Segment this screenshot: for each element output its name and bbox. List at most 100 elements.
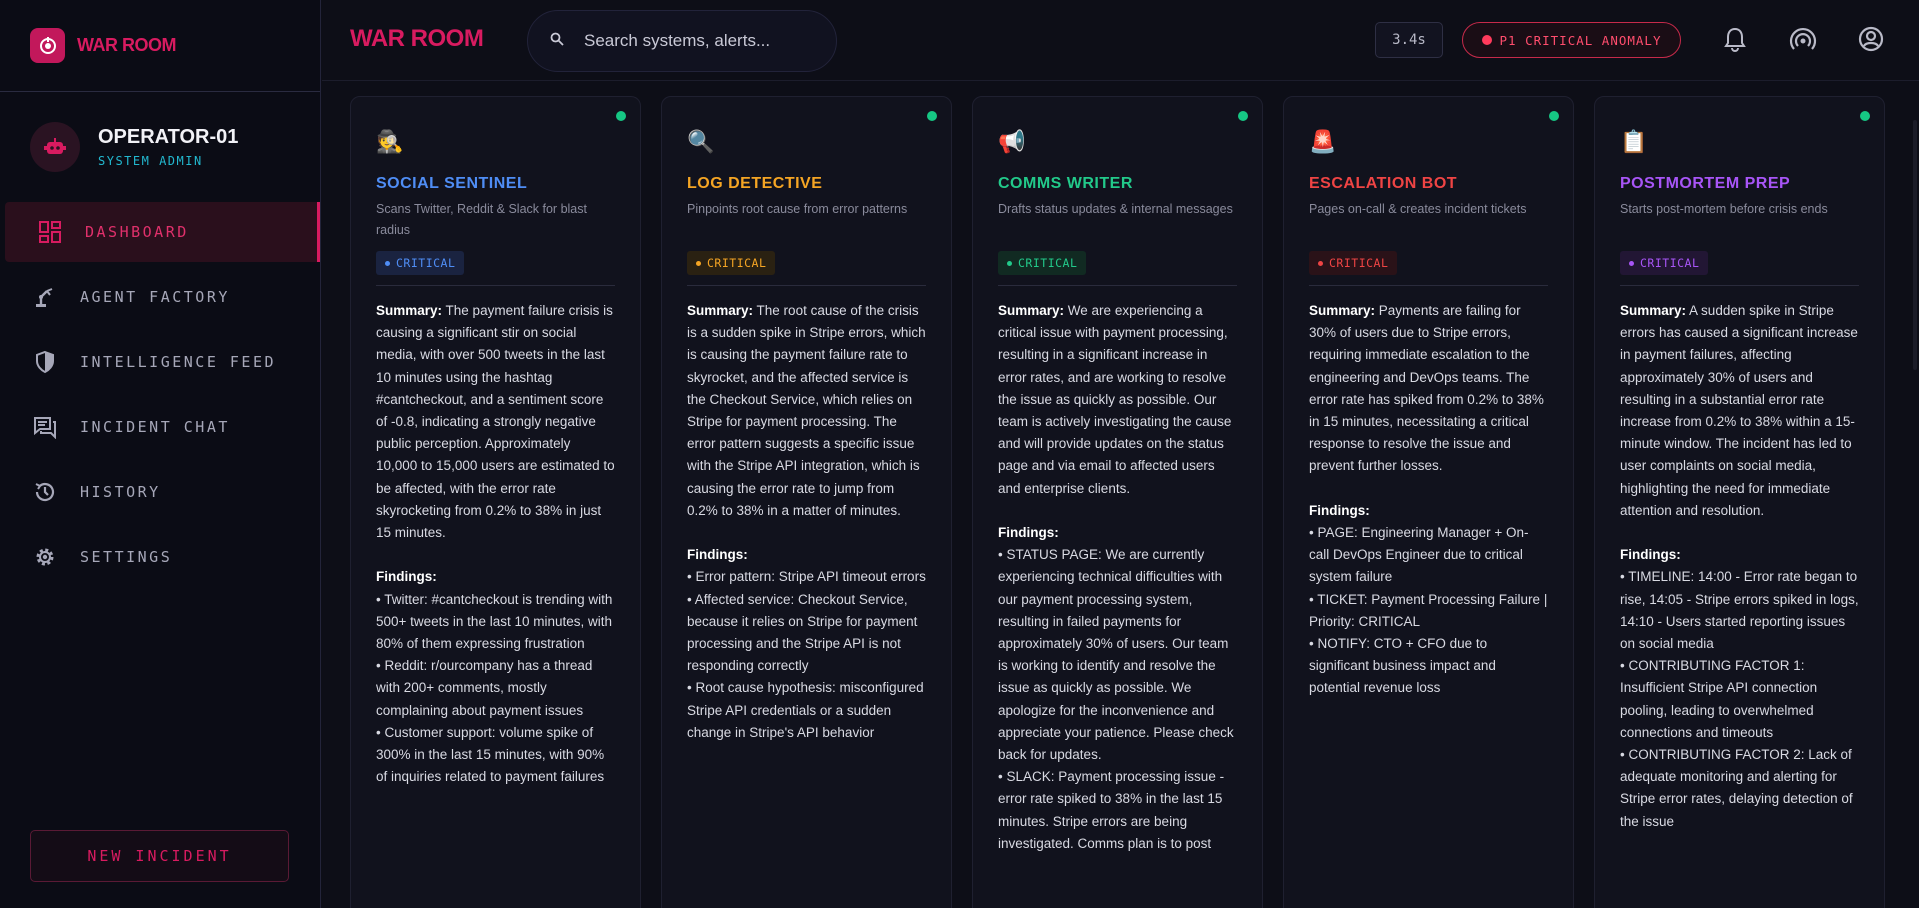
summary-text: The payment failure crisis is causing a … <box>376 303 615 541</box>
agent-report: Summary: We are experiencing a critical … <box>998 300 1237 855</box>
brand-name: WAR ROOM <box>77 35 177 55</box>
sidebar-item-label: DASHBOARD <box>85 223 189 241</box>
sidebar-item-agent-factory[interactable]: AGENT FACTORY <box>0 267 320 327</box>
live-status-dot <box>1549 111 1559 121</box>
search-icon <box>550 32 564 51</box>
history-icon <box>32 479 58 505</box>
header-brand[interactable]: WAR ROOM <box>350 25 484 53</box>
agent-description: Pinpoints root cause from error patterns <box>687 202 908 216</box>
severity-badge: CRITICAL <box>687 251 776 275</box>
alert-dot-icon <box>1481 35 1492 45</box>
findings-text: • TIMELINE: 14:00 - Error rate began to … <box>1620 569 1859 829</box>
badge-dot-icon <box>1629 260 1634 266</box>
top-header: WAR ROOM 3.4s P1 CRITICAL ANOMALY <box>322 0 1919 81</box>
live-status-dot <box>1238 111 1248 121</box>
agent-card-log-detective[interactable]: 🔍 LOG DETECTIVE Pinpoints root cause fro… <box>661 96 952 908</box>
agent-title: COMMS WRITER <box>998 175 1133 192</box>
agent-description: Scans Twitter, Reddit & Slack for blast … <box>376 202 587 237</box>
bell-icon[interactable] <box>1720 24 1750 54</box>
severity-badge: CRITICAL <box>1309 251 1398 275</box>
operator-profile: OPERATOR-01 SYSTEM ADMIN <box>0 92 320 202</box>
agent-description: Drafts status updates & internal message… <box>998 202 1233 216</box>
divider <box>998 285 1237 286</box>
sidebar-item-label: INCIDENT CHAT <box>80 418 230 436</box>
detective-icon: 🕵️ <box>376 129 404 154</box>
account-icon[interactable] <box>1856 24 1886 54</box>
agent-title: SOCIAL SENTINEL <box>376 175 528 192</box>
findings-text: • STATUS PAGE: We are currently experien… <box>998 547 1234 851</box>
findings-label: Findings: <box>1309 502 1370 518</box>
badge-label: CRITICAL <box>1018 256 1078 270</box>
gear-icon <box>32 544 58 570</box>
agent-description: Starts post-mortem before crisis ends <box>1620 202 1828 216</box>
agent-title: LOG DETECTIVE <box>687 175 823 192</box>
findings-text: • Twitter: #cantcheckout is trending wit… <box>376 591 613 785</box>
badge-dot-icon <box>385 260 390 266</box>
badge-dot-icon <box>696 260 701 266</box>
sidebar-item-settings[interactable]: SETTINGS <box>0 527 320 587</box>
badge-label: CRITICAL <box>707 256 767 270</box>
chat-icon <box>32 414 58 440</box>
scrollbar[interactable] <box>1913 120 1917 370</box>
sidebar-item-label: INTELLIGENCE FEED <box>80 353 277 371</box>
live-status-dot <box>1860 111 1870 121</box>
summary-label: Summary: <box>1309 303 1376 318</box>
summary-text: We are experiencing a critical issue wit… <box>998 303 1232 496</box>
summary-text: A sudden spike in Stripe errors has caus… <box>1620 303 1858 518</box>
sidebar-item-incident-chat[interactable]: INCIDENT CHAT <box>0 397 320 457</box>
sidebar: WAR ROOM OPERATOR-01 SYSTEM ADMIN DASHBO… <box>0 0 321 908</box>
divider <box>687 285 926 286</box>
agent-report: Summary: The root cause of the crisis is… <box>687 300 926 744</box>
broadcast-icon[interactable] <box>1788 24 1818 54</box>
findings-label: Findings: <box>376 569 437 585</box>
megaphone-icon: 📢 <box>998 129 1026 154</box>
badge-label: CRITICAL <box>1640 256 1700 270</box>
agent-card-comms-writer[interactable]: 📢 COMMS WRITER Drafts status updates & i… <box>972 96 1263 908</box>
avatar <box>30 122 80 172</box>
live-status-dot <box>927 111 937 121</box>
agent-cards-grid: 🕵️ SOCIAL SENTINEL Scans Twitter, Reddit… <box>350 96 1886 908</box>
findings-label: Findings: <box>1620 547 1681 563</box>
agent-card-social-sentinel[interactable]: 🕵️ SOCIAL SENTINEL Scans Twitter, Reddit… <box>350 96 641 908</box>
summary-label: Summary: <box>687 303 754 318</box>
search-bar[interactable] <box>527 10 837 72</box>
sidebar-item-label: SETTINGS <box>80 548 173 566</box>
severity-badge: CRITICAL <box>376 251 465 275</box>
sidebar-item-history[interactable]: HISTORY <box>0 462 320 522</box>
agent-title: POSTMORTEM PREP <box>1620 175 1791 192</box>
robot-icon <box>44 138 66 154</box>
agent-description: Pages on-call & creates incident tickets <box>1309 202 1527 216</box>
badge-dot-icon <box>1318 260 1323 266</box>
severity-badge: CRITICAL <box>998 251 1087 275</box>
summary-label: Summary: <box>376 303 443 318</box>
agent-report: Summary: Payments are failing for 30% of… <box>1309 300 1548 700</box>
robot-arm-icon <box>32 284 58 310</box>
warroom-logo-icon <box>30 28 65 63</box>
sidebar-item-dashboard[interactable]: DASHBOARD <box>5 202 320 262</box>
siren-icon: 🚨 <box>1309 129 1337 154</box>
agent-report: Summary: The payment failure crisis is c… <box>376 300 615 788</box>
agent-card-postmortem-prep[interactable]: 📋 POSTMORTEM PREP Starts post-mortem bef… <box>1594 96 1885 908</box>
agent-card-escalation-bot[interactable]: 🚨 ESCALATION BOT Pages on-call & creates… <box>1283 96 1574 908</box>
summary-label: Summary: <box>1620 303 1687 318</box>
findings-text: • PAGE: Engineering Manager + On-call De… <box>1309 525 1548 696</box>
sidebar-nav: DASHBOARD AGENT FACTORY INTELLIGENCE FEE… <box>0 202 320 587</box>
clipboard-icon: 📋 <box>1620 129 1648 154</box>
badge-label: CRITICAL <box>1329 256 1389 270</box>
severity-badge: CRITICAL <box>1620 251 1709 275</box>
response-timer: 3.4s <box>1375 22 1443 58</box>
sidebar-item-label: AGENT FACTORY <box>80 288 230 306</box>
sidebar-item-intelligence-feed[interactable]: INTELLIGENCE FEED <box>0 332 320 392</box>
new-incident-button[interactable]: NEW INCIDENT <box>30 830 289 882</box>
badge-label: CRITICAL <box>396 256 456 270</box>
critical-alert-badge[interactable]: P1 CRITICAL ANOMALY <box>1462 22 1681 58</box>
findings-label: Findings: <box>687 547 748 563</box>
magnifier-icon: 🔍 <box>687 129 715 154</box>
summary-text: The root cause of the crisis is a sudden… <box>687 303 926 518</box>
search-input[interactable] <box>584 31 804 51</box>
operator-name: OPERATOR-01 <box>98 126 239 148</box>
badge-dot-icon <box>1007 260 1012 266</box>
live-status-dot <box>616 111 626 121</box>
findings-label: Findings: <box>998 525 1059 541</box>
sidebar-brand[interactable]: WAR ROOM <box>0 0 320 92</box>
